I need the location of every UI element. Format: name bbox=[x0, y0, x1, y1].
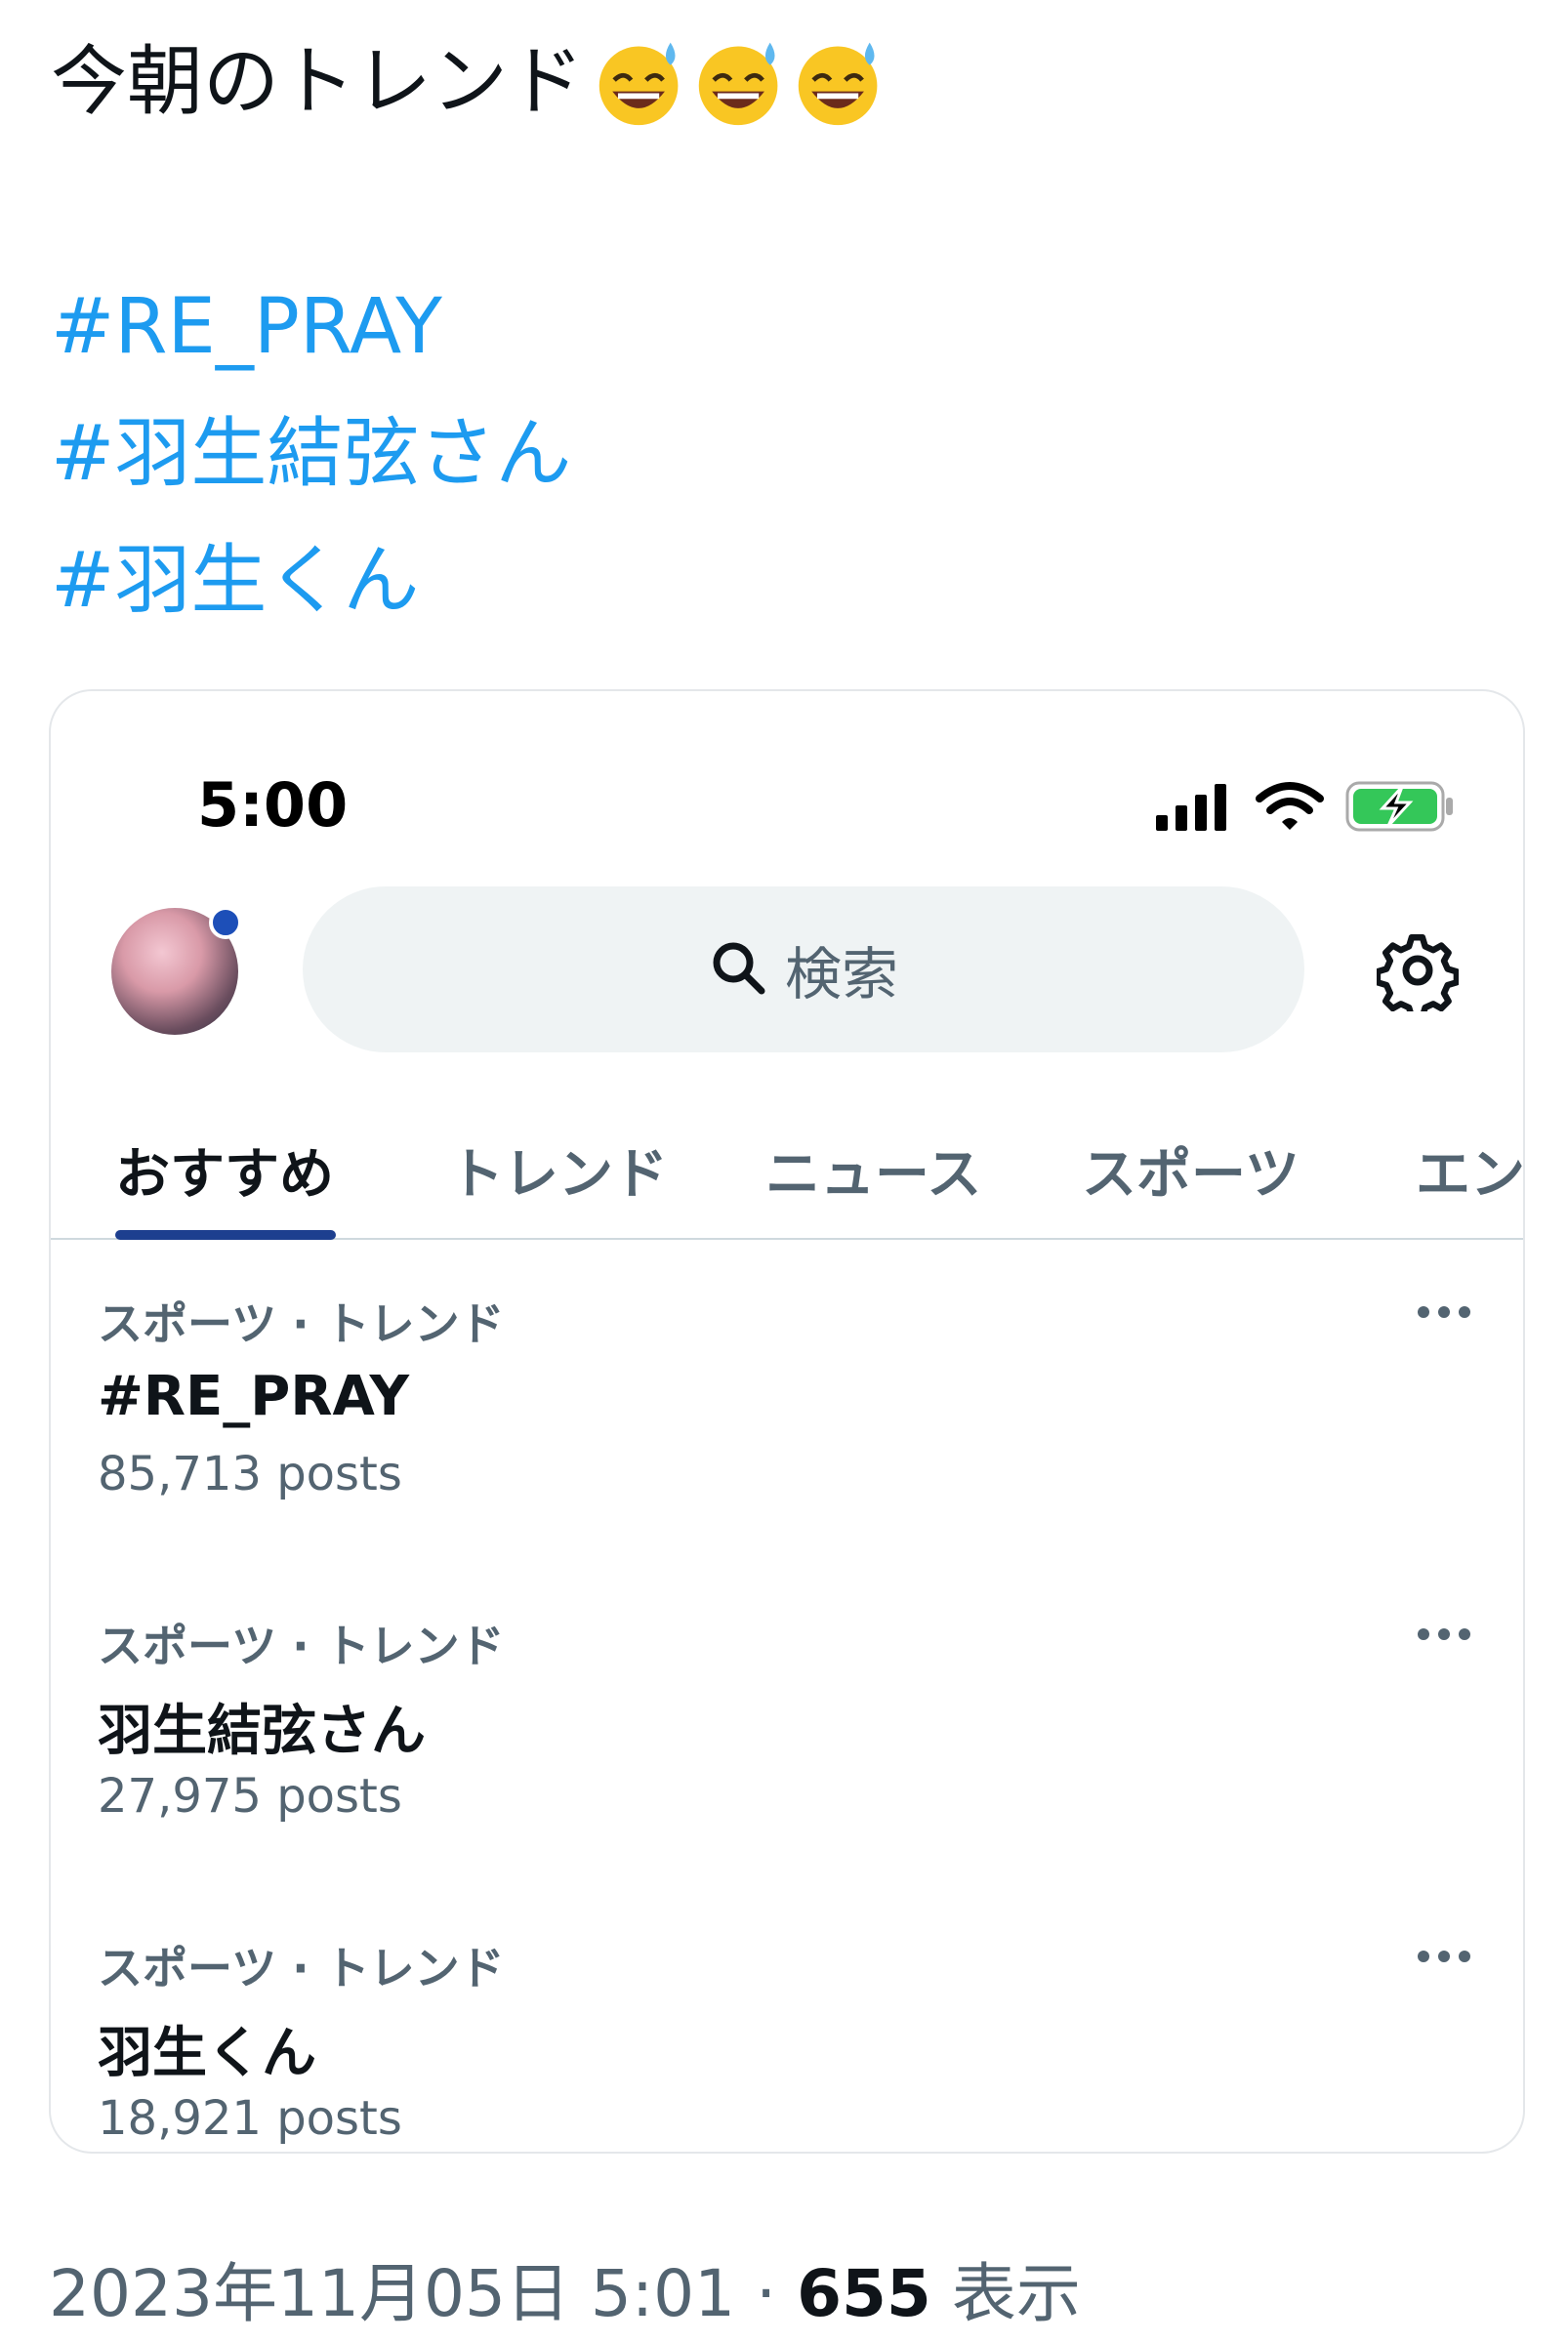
hashtag-link[interactable]: #羽生くん bbox=[51, 517, 571, 644]
tab-sports[interactable]: スポーツ bbox=[1082, 1130, 1300, 1210]
gear-icon[interactable] bbox=[1374, 929, 1461, 1020]
views-count: 655 bbox=[797, 2256, 931, 2331]
grinning-face-with-sweat-icon bbox=[594, 35, 687, 129]
trend-title: 羽生くん bbox=[98, 2022, 316, 2085]
status-icons bbox=[1156, 781, 1455, 836]
explore-tabs: おすすめ トレンド ニュース スポーツ エン bbox=[51, 1101, 1523, 1240]
more-options-icon[interactable] bbox=[1416, 1949, 1472, 1964]
wifi-icon bbox=[1256, 781, 1324, 836]
tab-entertainment[interactable]: エン bbox=[1416, 1130, 1523, 1210]
trend-post-count: 85,713 posts bbox=[98, 1447, 402, 1501]
tweet-metadata: 2023年11月05日 5:01 · 655 表示 bbox=[49, 2241, 1081, 2335]
tweet-hashtags: #RE_PRAY #羽生結弦さん #羽生くん bbox=[51, 264, 571, 644]
trend-item[interactable]: スポーツ · トレンド #RE_PRAY 85,713 posts bbox=[51, 1240, 1523, 1562]
trend-category: スポーツ · トレンド bbox=[98, 1620, 505, 1672]
search-icon bbox=[709, 938, 767, 1001]
tweet-timestamp[interactable]: 2023年11月05日 5:01 · bbox=[49, 2256, 776, 2331]
trend-post-count: 27,975 posts bbox=[98, 1769, 402, 1824]
battery-charging-icon bbox=[1345, 781, 1455, 836]
attached-image[interactable]: 5:00 検索 おすすめ トレンド ニュース スポーツ エン スポーツ · トレ… bbox=[49, 689, 1525, 2154]
more-options-icon[interactable] bbox=[1416, 1626, 1472, 1642]
explore-header: 検索 bbox=[51, 886, 1523, 1052]
trend-item[interactable]: スポーツ · トレンド 羽生くん 18,921 posts bbox=[51, 1884, 1523, 2152]
cellular-signal-icon bbox=[1156, 782, 1234, 835]
emoji-group bbox=[594, 35, 887, 129]
notification-dot bbox=[209, 906, 242, 939]
more-options-icon[interactable] bbox=[1416, 1304, 1472, 1320]
grinning-face-with-sweat-icon bbox=[693, 35, 787, 129]
hashtag-link[interactable]: #羽生結弦さん bbox=[51, 390, 571, 517]
tab-news[interactable]: ニュース bbox=[765, 1130, 981, 1210]
trend-title: 羽生結弦さん bbox=[98, 1700, 426, 1763]
trend-category: スポーツ · トレンド bbox=[98, 1297, 505, 1350]
tab-recommended[interactable]: おすすめ bbox=[115, 1130, 334, 1210]
active-tab-indicator bbox=[115, 1230, 336, 1240]
trend-post-count: 18,921 posts bbox=[98, 2091, 402, 2146]
tweet-text: 今朝のトレンド bbox=[51, 35, 1515, 129]
search-placeholder: 検索 bbox=[784, 941, 898, 1007]
grinning-face-with-sweat-icon bbox=[793, 35, 887, 129]
tab-trending[interactable]: トレンド bbox=[449, 1130, 668, 1210]
trend-item[interactable]: スポーツ · トレンド 羽生結弦さん 27,975 posts bbox=[51, 1562, 1523, 1884]
status-time: 5:00 bbox=[197, 769, 349, 841]
search-input[interactable]: 検索 bbox=[303, 886, 1304, 1052]
status-bar: 5:00 bbox=[51, 691, 1523, 841]
tweet-text-intro: 今朝のトレンド bbox=[51, 38, 585, 126]
trend-title: #RE_PRAY bbox=[98, 1365, 409, 1428]
hashtag-link[interactable]: #RE_PRAY bbox=[51, 264, 571, 390]
trend-list: スポーツ · トレンド #RE_PRAY 85,713 posts スポーツ ·… bbox=[51, 1240, 1523, 2152]
views-label: 表示 bbox=[951, 2256, 1081, 2331]
tweet-first-line: 今朝のトレンド bbox=[51, 35, 1515, 129]
trend-category: スポーツ · トレンド bbox=[98, 1942, 505, 1994]
